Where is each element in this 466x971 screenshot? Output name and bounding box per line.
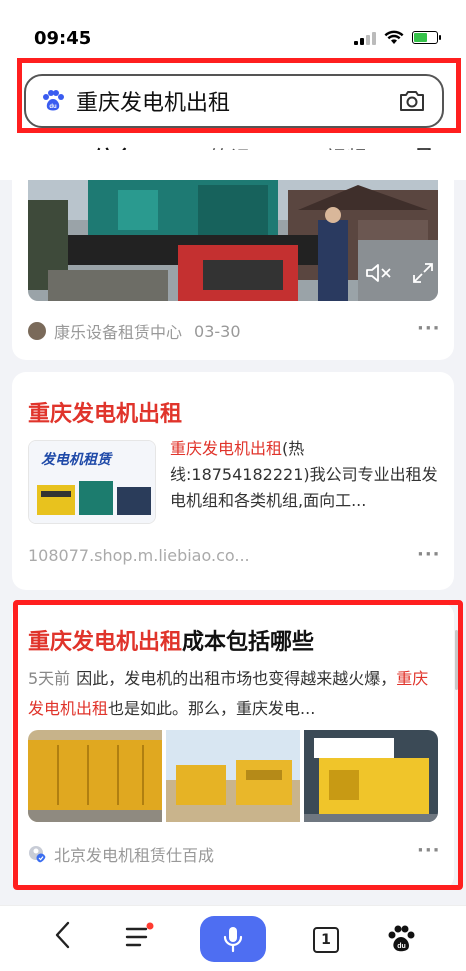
result-image-row xyxy=(28,730,438,822)
source-name: 康乐设备租赁中心 xyxy=(54,323,183,342)
status-icons xyxy=(354,30,441,45)
more-options-button[interactable]: ··· xyxy=(417,544,441,565)
result-image-2[interactable] xyxy=(166,730,300,822)
source-name: 北京发电机租赁仕百成 xyxy=(54,846,215,865)
video-source-row: 康乐设备租赁中心 03-30 xyxy=(28,319,241,343)
title-rest: 成本包括哪些 xyxy=(182,630,315,655)
result-title[interactable]: 重庆发电机出租 xyxy=(28,396,182,428)
source-date: 03-30 xyxy=(194,321,241,341)
result-snippet: 5天前 因此，发电机的出租市场也变得越来越火爆，重庆发电机出租也是如此。那么，重庆… xyxy=(28,664,440,724)
annotation-box-search xyxy=(17,58,461,133)
mic-icon xyxy=(223,927,243,953)
bottom-toolbar: 1 du xyxy=(0,905,466,971)
source-avatar xyxy=(28,322,46,340)
result-card-article[interactable]: 重庆发电机出租成本包括哪些 5天前 因此，发电机的出租市场也变得越来越火爆，重庆发… xyxy=(12,602,454,890)
result-title[interactable]: 重庆发电机出租成本包括哪些 xyxy=(28,624,314,656)
title-highlight: 重庆发电机出租 xyxy=(28,630,183,655)
result-snippet: 重庆发电机出租(热线:18754182221)我公司专业出租发电机组和各类机组,… xyxy=(170,436,440,514)
baidu-home-icon[interactable]: du xyxy=(386,924,416,954)
snippet-part1: 因此，发电机的出租市场也变得越来越火爆， xyxy=(76,669,397,688)
tabs-icon[interactable]: 1 xyxy=(313,927,339,953)
menu-icon xyxy=(125,922,154,947)
snippet-part2: 也是如此。那么，重庆发电... xyxy=(108,699,316,718)
mute-icon[interactable] xyxy=(365,262,393,284)
article-source-row: 北京发电机租赁仕百成 xyxy=(28,842,214,866)
snippet-highlight: 重庆发电机出租 xyxy=(170,439,283,458)
fullscreen-icon[interactable] xyxy=(412,262,434,284)
verified-source-icon xyxy=(29,846,46,863)
result-date: 5天前 xyxy=(28,669,71,688)
video-thumbnail[interactable] xyxy=(28,180,438,301)
video-result-card[interactable]: 康乐设备租赁中心 03-30 ··· xyxy=(12,150,454,360)
status-bar: 09:45 xyxy=(0,0,466,58)
back-icon[interactable] xyxy=(52,920,74,950)
more-options-button[interactable]: ··· xyxy=(417,318,441,339)
thumbnail-caption: 发电机租赁 xyxy=(41,452,111,468)
more-options-button[interactable]: ··· xyxy=(417,840,441,861)
result-image-3[interactable] xyxy=(304,730,438,822)
signal-icon xyxy=(354,31,376,45)
voice-search-button[interactable] xyxy=(200,916,266,962)
result-url[interactable]: 108077.shop.m.liebiao.co... xyxy=(28,546,250,565)
result-image-1[interactable] xyxy=(28,730,162,822)
result-thumbnail[interactable]: 发电机租赁 xyxy=(28,440,156,524)
wifi-icon xyxy=(384,30,404,44)
svg-text:du: du xyxy=(397,943,406,950)
scrollbar[interactable] xyxy=(455,630,458,690)
result-card-shop[interactable]: 重庆发电机出租 发电机租赁 重庆发电机出租(热线:18754182221)我公司… xyxy=(12,372,454,590)
menu-button[interactable] xyxy=(124,922,154,952)
status-time: 09:45 xyxy=(34,28,92,49)
battery-icon xyxy=(412,31,441,44)
